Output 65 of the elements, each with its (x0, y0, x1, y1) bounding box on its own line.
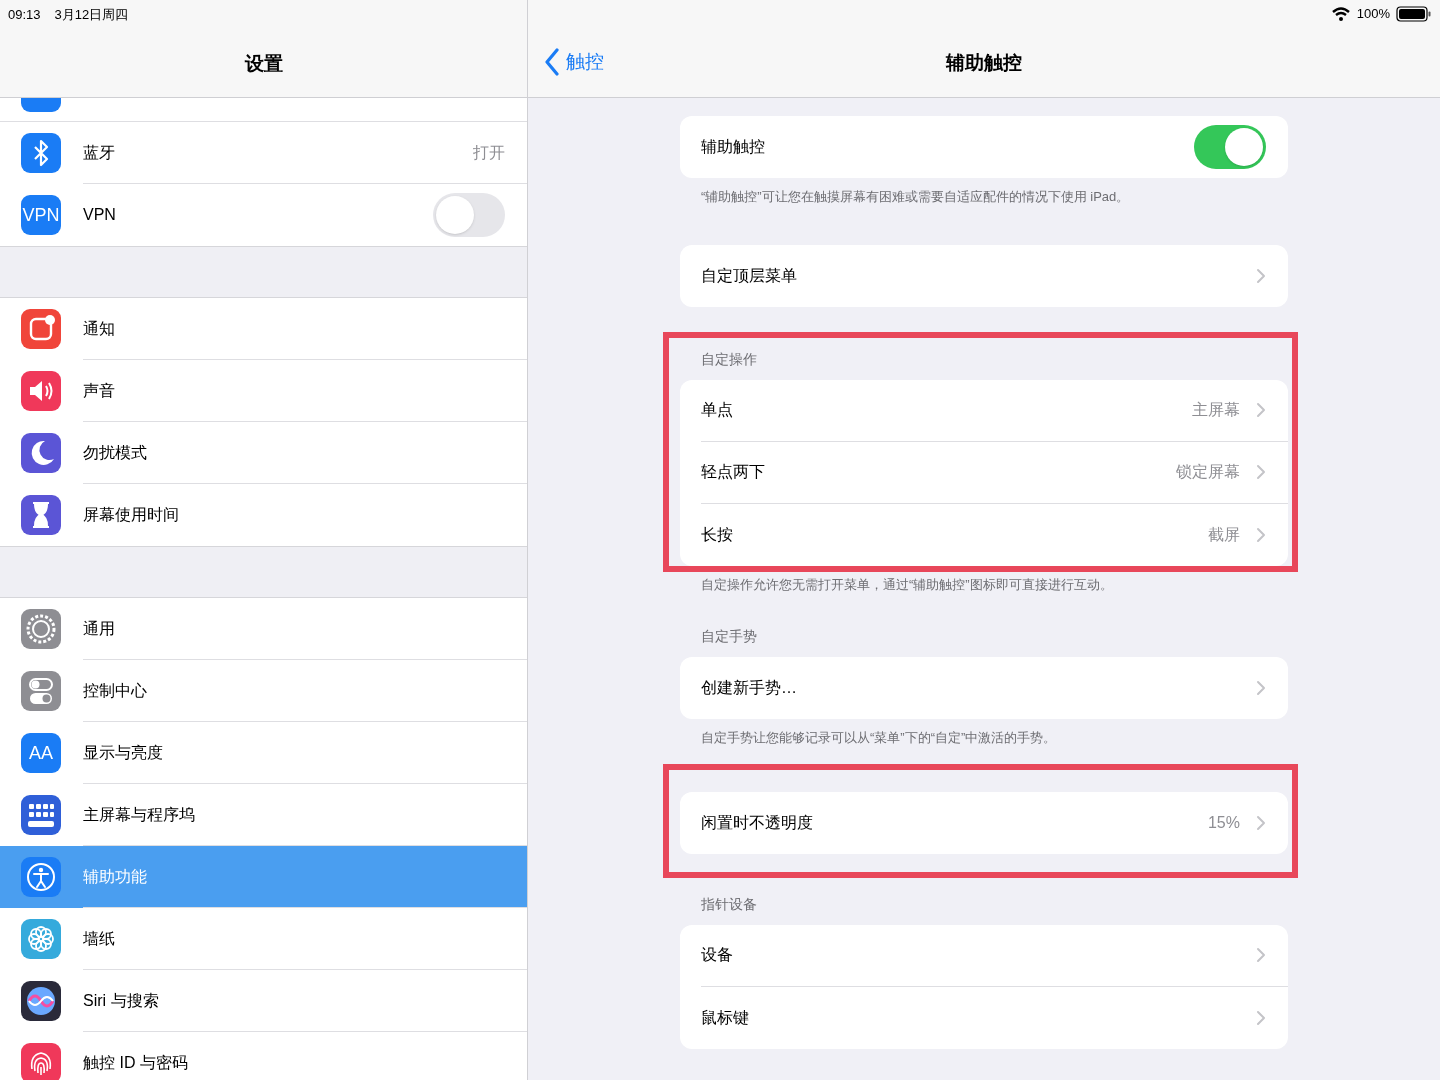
row-label: 长按 (701, 524, 734, 545)
section-header: 指针设备 (700, 894, 758, 914)
section-footer: 自定手势让您能够记录可以从“菜单”下的“自定”中激活的手势。 (680, 719, 1288, 748)
row-value: 主屏幕 (1192, 400, 1240, 420)
settings-row[interactable]: 自定顶层菜单 (680, 244, 1288, 307)
chevron-right-icon (1256, 814, 1266, 831)
settings-row[interactable]: 辅助触控 (680, 116, 1288, 178)
text-size-icon: AA (21, 733, 61, 773)
navigation-title: 辅助触控 (946, 50, 1022, 75)
row-label: 轻点两下 (701, 462, 766, 482)
row-value: 截屏 (1208, 524, 1240, 545)
chevron-right-icon (1256, 526, 1266, 543)
back-button[interactable]: 触控 (544, 48, 604, 77)
battery-percent: 100% (1356, 5, 1390, 23)
chevron-right-icon (1256, 267, 1266, 284)
chevron-right-icon (1256, 1009, 1266, 1026)
row-label: 单点 (701, 400, 734, 420)
item-label: 蓝牙 (83, 142, 116, 163)
chevron-right-icon (1256, 680, 1266, 696)
row-label: 闲置时不透明度 (701, 812, 814, 833)
section-header: 自定操作 (700, 349, 758, 369)
wifi-icon (1330, 5, 1351, 22)
section-header: 自定手势 (700, 627, 758, 646)
chevron-right-icon (1256, 947, 1266, 963)
item-label: 墙纸 (83, 928, 116, 949)
item-label: 声音 (83, 380, 116, 401)
toggle-switch[interactable] (1194, 125, 1266, 169)
settings-row[interactable]: 设备 (680, 924, 1288, 987)
settings-row[interactable]: 鼠标键 (680, 986, 1288, 1049)
settings-row[interactable]: 长按 截屏 (680, 503, 1288, 566)
back-chevron-icon (544, 48, 560, 77)
toggle-switch[interactable] (433, 193, 505, 237)
navigation-title: 设置 (244, 52, 283, 76)
item-label: 屏幕使用时间 (83, 505, 180, 525)
item-label: Siri 与搜索 (83, 990, 160, 1011)
vpn-icon: VPN (21, 195, 61, 235)
row-label: 设备 (701, 945, 734, 965)
item-label: 控制中心 (83, 680, 148, 701)
item-label: 显示与亮度 (83, 742, 164, 763)
chevron-right-icon (1256, 402, 1266, 418)
item-label: 通知 (83, 318, 116, 339)
row-label: 自定顶层菜单 (701, 265, 798, 286)
row-label: 辅助触控 (701, 137, 766, 157)
item-label: VPN (83, 205, 117, 225)
row-value: 锁定屏幕 (1176, 462, 1240, 482)
app-icon (21, 98, 61, 112)
item-value: 打开 (473, 142, 505, 163)
item-label: 勿扰模式 (83, 442, 148, 463)
item-label: 辅助功能 (83, 866, 148, 887)
row-label: 创建新手势… (701, 678, 798, 698)
settings-row[interactable]: 闲置时不透明度 15% (680, 791, 1288, 854)
section-footer: 自定操作允许您无需打开菜单，通过“辅助触控”图标即可直接进行互动。 (680, 565, 1288, 594)
status-time: 09:13 (8, 6, 41, 24)
settings-row[interactable]: 轻点两下 锁定屏幕 (680, 441, 1288, 504)
section-footer: “辅助触控”可让您在触摸屏幕有困难或需要自适应配件的情况下使用 iPad。 (680, 178, 1288, 207)
settings-row[interactable]: 创建新手势… (680, 657, 1288, 719)
row-label: 鼠标键 (701, 1007, 750, 1028)
item-label: 触控 ID 与密码 (83, 1053, 189, 1073)
row-value: 15% (1207, 812, 1240, 833)
settings-row[interactable]: 单点 主屏幕 (680, 379, 1288, 442)
status-date: 3月12日周四 (54, 6, 129, 24)
item-label: 通用 (83, 618, 116, 639)
chevron-right-icon (1256, 464, 1266, 480)
battery-icon (1396, 4, 1432, 23)
item-label: 主屏幕与程序坞 (83, 804, 196, 825)
